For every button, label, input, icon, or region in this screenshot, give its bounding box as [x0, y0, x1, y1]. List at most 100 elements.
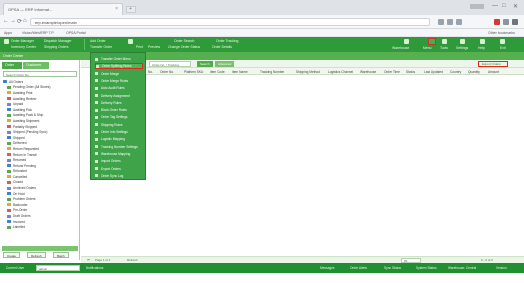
ribbon-item[interactable]: Inventory Center: [11, 45, 36, 49]
forward-icon[interactable]: →: [10, 18, 16, 24]
ribbon-item[interactable]: Transfer Order: [90, 45, 112, 49]
menu-item-icon: [95, 174, 98, 178]
column-header[interactable]: No.: [148, 70, 153, 74]
maximize-icon[interactable]: □: [502, 3, 506, 9]
extension-icon[interactable]: [438, 19, 444, 25]
status-item[interactable]: Messages: [320, 266, 335, 270]
extension-icon[interactable]: [494, 19, 500, 25]
highlighted-ribbon-button[interactable]: [428, 38, 436, 45]
bookmark-item[interactable]: Vision/Web/ERP T.P.: [22, 31, 54, 35]
help-icon[interactable]: [480, 39, 485, 44]
extension-icon[interactable]: [456, 19, 462, 25]
tools-icon[interactable]: [442, 39, 447, 44]
column-header[interactable]: Amount: [488, 70, 499, 74]
menu-icon[interactable]: [512, 19, 518, 25]
bookmark-item[interactable]: Other bookmarks: [488, 31, 515, 35]
menu-item[interactable]: Delivery Assignment: [95, 93, 143, 99]
menu-item[interactable]: Shipping Rules: [95, 122, 143, 128]
column-header[interactable]: Order Time: [384, 70, 400, 74]
menu-item[interactable]: Block Order Rules: [95, 107, 143, 113]
warehouse-icon[interactable]: [404, 39, 409, 44]
ribbon-item[interactable]: Change Order Status: [168, 45, 200, 49]
menu-item[interactable]: Order Merge Rules: [95, 78, 143, 84]
ribbon-item[interactable]: Tools: [440, 46, 448, 50]
menu-item[interactable]: Auto Audit Rules: [95, 85, 143, 91]
exit-icon[interactable]: [500, 39, 505, 44]
batch-button[interactable]: Batch: [53, 252, 69, 258]
minimize-icon[interactable]: —: [492, 3, 498, 9]
reload-icon[interactable]: ⟳: [17, 18, 22, 25]
url-input[interactable]: erp.example/open/main: [30, 18, 430, 26]
ribbon-item[interactable]: Warehouse: [392, 46, 409, 50]
tree-item[interactable]: Labelled: [3, 224, 79, 230]
ribbon-item[interactable]: Order Details: [212, 45, 232, 49]
menu-item[interactable]: Export Orders: [95, 166, 143, 172]
search-button[interactable]: Search: [197, 61, 213, 67]
column-header[interactable]: Logistics Channel: [328, 70, 353, 74]
menu-item[interactable]: Tracking Number Settings: [95, 144, 143, 150]
extension-icon[interactable]: [447, 19, 453, 25]
ribbon-item[interactable]: Help: [478, 46, 485, 50]
status-user-input[interactable]: admin: [36, 265, 80, 271]
ribbon-item[interactable]: Order Search: [174, 39, 194, 43]
column-header[interactable]: Tracking Number: [260, 70, 284, 74]
advanced-button[interactable]: Advanced: [215, 61, 235, 67]
status-item[interactable]: Version: [496, 266, 507, 270]
menu-item[interactable]: Order Sync Log: [95, 173, 143, 179]
tab-close-icon[interactable]: ×: [115, 6, 118, 12]
menu-item[interactable]: Order Info Settings: [95, 129, 143, 135]
status-item[interactable]: Warehouse: Central: [448, 266, 476, 270]
refresh-button[interactable]: Refresh: [27, 252, 46, 258]
extension-icon[interactable]: [503, 19, 509, 25]
new-tab-button[interactable]: +: [126, 6, 136, 13]
tab-customer[interactable]: Customer: [23, 62, 49, 69]
bookmark-item[interactable]: Apps: [4, 31, 12, 35]
column-header[interactable]: Last Updated: [424, 70, 443, 74]
menu-item[interactable]: Warehouse Mapping: [95, 151, 143, 157]
menu-item[interactable]: Order Splitting Rules: [95, 63, 143, 70]
status-item[interactable]: System Status: [416, 266, 437, 270]
tree-search-input[interactable]: Search Order No.: [3, 71, 77, 77]
menu-item[interactable]: Transfer Order Menu: [95, 56, 143, 62]
back-icon[interactable]: ←: [3, 18, 9, 24]
print-icon[interactable]: [128, 39, 133, 44]
gear-icon[interactable]: [460, 39, 465, 44]
column-header[interactable]: Country: [450, 70, 461, 74]
ribbon-item[interactable]: Exit: [500, 46, 506, 50]
ribbon-item[interactable]: Menu: [423, 46, 431, 50]
menu-item[interactable]: Logistic Mapping: [95, 136, 143, 142]
ribbon-item[interactable]: Order Manager: [11, 39, 34, 43]
ribbon-item[interactable]: Dispatch Manager: [44, 39, 72, 43]
column-header[interactable]: Item Name: [232, 70, 248, 74]
profile-avatar[interactable]: [470, 4, 484, 9]
column-header[interactable]: Status: [406, 70, 415, 74]
column-header[interactable]: Item Code: [210, 70, 225, 74]
menu-item[interactable]: Delivery Rules: [95, 100, 143, 106]
close-window-icon[interactable]: ✕: [513, 3, 518, 10]
status-item[interactable]: Notifications: [86, 266, 103, 270]
column-header[interactable]: Order No.: [160, 70, 174, 74]
ribbon-item[interactable]: Settings: [456, 46, 468, 50]
ribbon-item[interactable]: Order Tracking: [216, 39, 238, 43]
ribbon-item[interactable]: Add Order: [90, 39, 106, 43]
keyword-input[interactable]: Order No. / Tracking: [149, 61, 191, 67]
status-item[interactable]: Order Alerts: [350, 266, 367, 270]
browser-tab[interactable]: OPSA — ERP Informat... ×: [3, 3, 123, 15]
folder-icon: [7, 141, 11, 145]
tab-order[interactable]: Order: [2, 62, 22, 69]
column-header[interactable]: Shipping Method: [296, 70, 320, 74]
menu-item[interactable]: Order Merge: [95, 71, 143, 77]
bookmark-item[interactable]: OPSA Portal: [66, 31, 86, 35]
home-icon[interactable]: ⌂: [23, 18, 27, 24]
ribbon-item[interactable]: Preview: [148, 45, 160, 49]
column-header[interactable]: Quantity: [468, 70, 480, 74]
menu-item[interactable]: Order Tag Settings: [95, 114, 143, 120]
ribbon-item[interactable]: Shipping Orders: [44, 45, 69, 49]
column-header[interactable]: Platform SKU: [184, 70, 203, 74]
ribbon-item[interactable]: Print: [136, 45, 143, 49]
menu-item[interactable]: Import Orders: [95, 158, 143, 164]
column-header[interactable]: Warehouse: [360, 70, 376, 74]
create-button[interactable]: Create: [3, 252, 21, 258]
export-orders-button[interactable]: Export Orders: [478, 61, 508, 67]
status-item[interactable]: Sync Status: [384, 266, 401, 270]
